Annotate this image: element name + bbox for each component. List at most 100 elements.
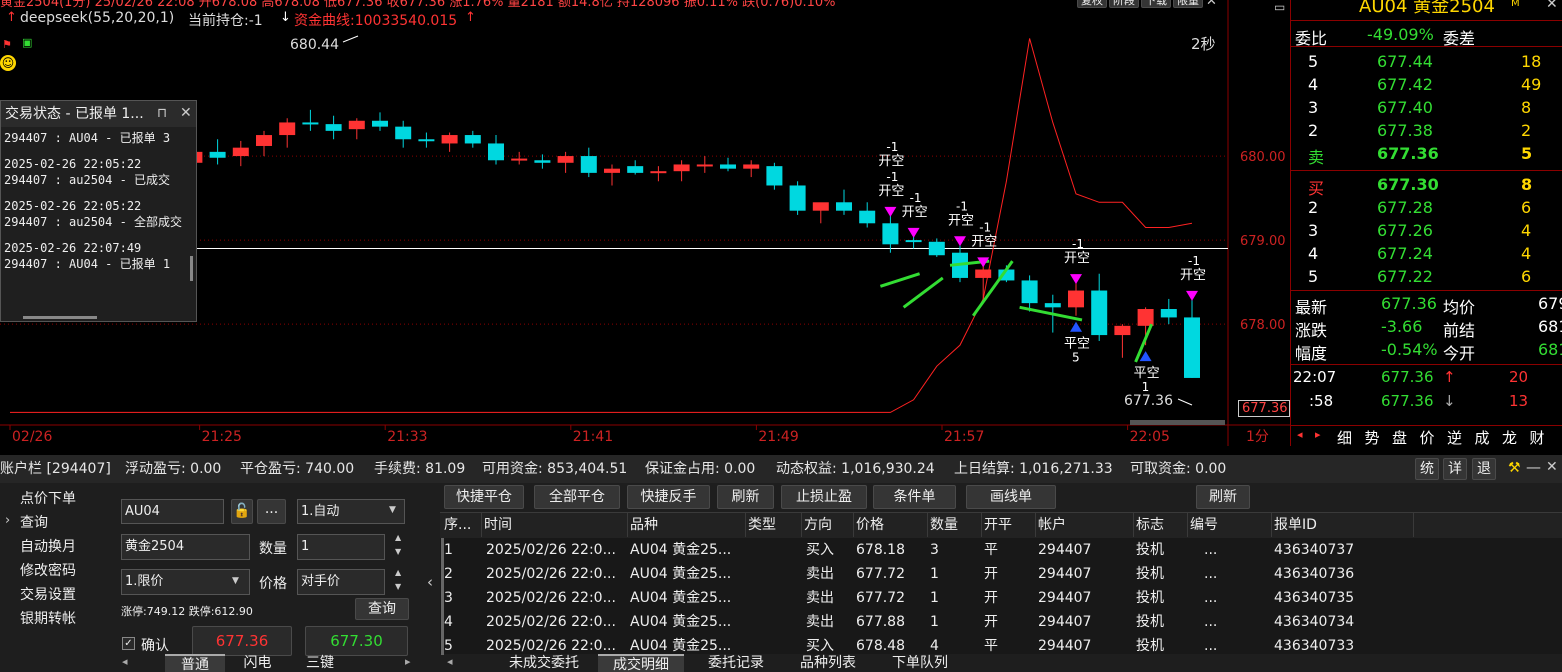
ob-tabs-right-icon[interactable]: ▸ (1315, 428, 1321, 441)
candle[interactable] (232, 140, 249, 167)
candle[interactable] (859, 202, 876, 228)
candle[interactable] (395, 120, 412, 148)
exit-button[interactable]: 退 (1472, 458, 1496, 480)
bottom-tab[interactable]: 成交明细 (598, 654, 684, 672)
collapse-panel-icon[interactable]: ‹ (427, 573, 433, 591)
table-row[interactable]: 3 2025/02/26 22:0... AU04 黄金25... 卖出 677.72 1… (440, 586, 1562, 610)
candle[interactable] (441, 132, 458, 152)
chart-button-limit[interactable]: 限量 (1173, 0, 1203, 8)
candle[interactable] (673, 160, 690, 182)
ask-row[interactable]: 3 677.40 8 (1291, 96, 1562, 119)
menu-item[interactable]: 点价下单 (20, 488, 76, 508)
tools-icon[interactable]: ⚒ (1508, 460, 1521, 476)
candle[interactable] (1068, 282, 1084, 316)
menu-item[interactable]: 自动换月 (20, 536, 76, 556)
menu-item[interactable]: 修改密码 (20, 560, 76, 580)
candle[interactable] (1091, 273, 1108, 341)
menu-item[interactable]: 银期转帐 (20, 608, 76, 628)
price-input[interactable]: 对手价 (297, 569, 385, 595)
form-tabs-right-icon[interactable]: ▸ (405, 655, 411, 668)
candle[interactable] (302, 109, 319, 131)
minimize-icon[interactable]: — (1526, 458, 1541, 476)
sell-price-button[interactable]: 677.36 (192, 626, 292, 656)
table-header[interactable]: 标志 (1136, 513, 1188, 537)
candle[interactable] (696, 156, 713, 173)
mode-dropdown-icon[interactable]: ▼ (389, 505, 396, 515)
candle[interactable] (882, 214, 899, 253)
detail-button[interactable]: 详 (1443, 458, 1467, 480)
candle[interactable] (1021, 275, 1038, 312)
chart-button-download[interactable]: 下载 (1141, 0, 1171, 8)
candle[interactable] (348, 118, 365, 140)
tab-flash[interactable]: 闪电 (230, 654, 285, 672)
quantity-up-icon[interactable]: ▲ (395, 533, 401, 542)
candle[interactable] (650, 166, 667, 182)
candle[interactable] (464, 130, 481, 148)
table-header[interactable]: 编号 (1190, 513, 1272, 537)
smiley-icon[interactable]: ☺ (0, 55, 16, 71)
ask-row[interactable]: 4 677.42 49 (1291, 73, 1562, 96)
ob-tab[interactable]: 龙 (1502, 427, 1517, 448)
table-header[interactable]: 时间 (484, 513, 628, 537)
candle[interactable] (372, 112, 388, 131)
bottom-tabs-left-icon[interactable]: ◂ (447, 655, 453, 668)
price-down-icon[interactable]: ▼ (395, 582, 401, 591)
popup-pin-icon[interactable]: ⊓ (157, 106, 167, 121)
candle[interactable] (580, 147, 597, 178)
candle[interactable] (511, 151, 528, 165)
ask-row[interactable]: 2 677.38 2 (1291, 119, 1562, 142)
action-button[interactable]: 刷新 (1196, 485, 1250, 509)
candle[interactable] (418, 132, 435, 148)
action-button[interactable]: 全部平仓 (534, 485, 620, 509)
ob-tab[interactable]: 价 (1420, 427, 1435, 448)
alert-icon[interactable]: ⚑ (2, 38, 12, 51)
candle[interactable] (812, 202, 829, 224)
quantity-input[interactable]: 1 (297, 534, 385, 560)
candle[interactable] (325, 115, 342, 140)
candle[interactable] (928, 238, 945, 257)
candle[interactable] (766, 162, 783, 190)
candle[interactable] (627, 160, 644, 175)
ob-tabs-left-icon[interactable]: ◂ (1297, 428, 1303, 441)
chart-button-fuquan[interactable]: 复权 (1077, 0, 1107, 8)
table-header[interactable]: 帐户 (1038, 513, 1134, 537)
price-type-dropdown-icon[interactable]: ▼ (232, 576, 239, 586)
form-tabs-left-icon[interactable]: ◂ (122, 655, 128, 668)
action-button[interactable]: 止损止盈 (781, 485, 867, 509)
contract-name-input[interactable]: 黄金2504 (121, 534, 250, 560)
candle[interactable] (836, 189, 852, 215)
bottom-tab[interactable]: 下单队列 (880, 654, 960, 672)
candle[interactable] (488, 135, 504, 165)
menu-item[interactable]: 查询 (20, 512, 48, 532)
trade-status-popup[interactable]: 交易状态 - 已报单 1... ⊓ ✕ 294407 : AU04 - 已报单 … (0, 100, 197, 322)
ob-tab[interactable]: 细 (1337, 427, 1352, 448)
candle[interactable] (789, 181, 806, 215)
query-button[interactable]: 查询 (355, 598, 409, 620)
bottom-tab[interactable]: 品种列表 (788, 654, 868, 672)
bottom-tab[interactable]: 委托记录 (696, 654, 776, 672)
ob-tab[interactable]: 成 (1475, 427, 1490, 448)
ob-tab[interactable]: 逆 (1447, 427, 1462, 448)
popup-close-icon[interactable]: ✕ (180, 105, 192, 121)
chart-button-stage[interactable]: 阶段 (1109, 0, 1139, 8)
table-header[interactable]: 报单ID (1274, 513, 1414, 537)
candle[interactable] (743, 160, 760, 178)
confirm-checkbox[interactable]: ✓ (122, 637, 135, 650)
lock-icon[interactable]: ▣ (22, 36, 32, 49)
panel-close-icon[interactable]: ✕ (1546, 459, 1558, 475)
candle[interactable] (209, 139, 226, 165)
table-header[interactable]: 品种 (630, 513, 746, 537)
lock-toggle-button[interactable]: 🔓 (231, 499, 253, 524)
quantity-down-icon[interactable]: ▼ (395, 547, 401, 556)
ob-tab[interactable]: 财 (1530, 427, 1545, 448)
ask-row[interactable]: 5 677.44 18 (1291, 50, 1562, 73)
candle[interactable] (604, 164, 620, 186)
candle[interactable] (1114, 324, 1131, 358)
candle[interactable] (256, 130, 272, 157)
ask-row[interactable]: 卖 677.36 5 (1291, 142, 1562, 167)
table-scrollbar[interactable] (441, 538, 444, 655)
candle[interactable] (720, 157, 736, 172)
stats-button[interactable]: 统 (1415, 458, 1439, 480)
price-up-icon[interactable]: ▲ (395, 568, 401, 577)
menu-item[interactable]: 交易设置 (20, 584, 76, 604)
